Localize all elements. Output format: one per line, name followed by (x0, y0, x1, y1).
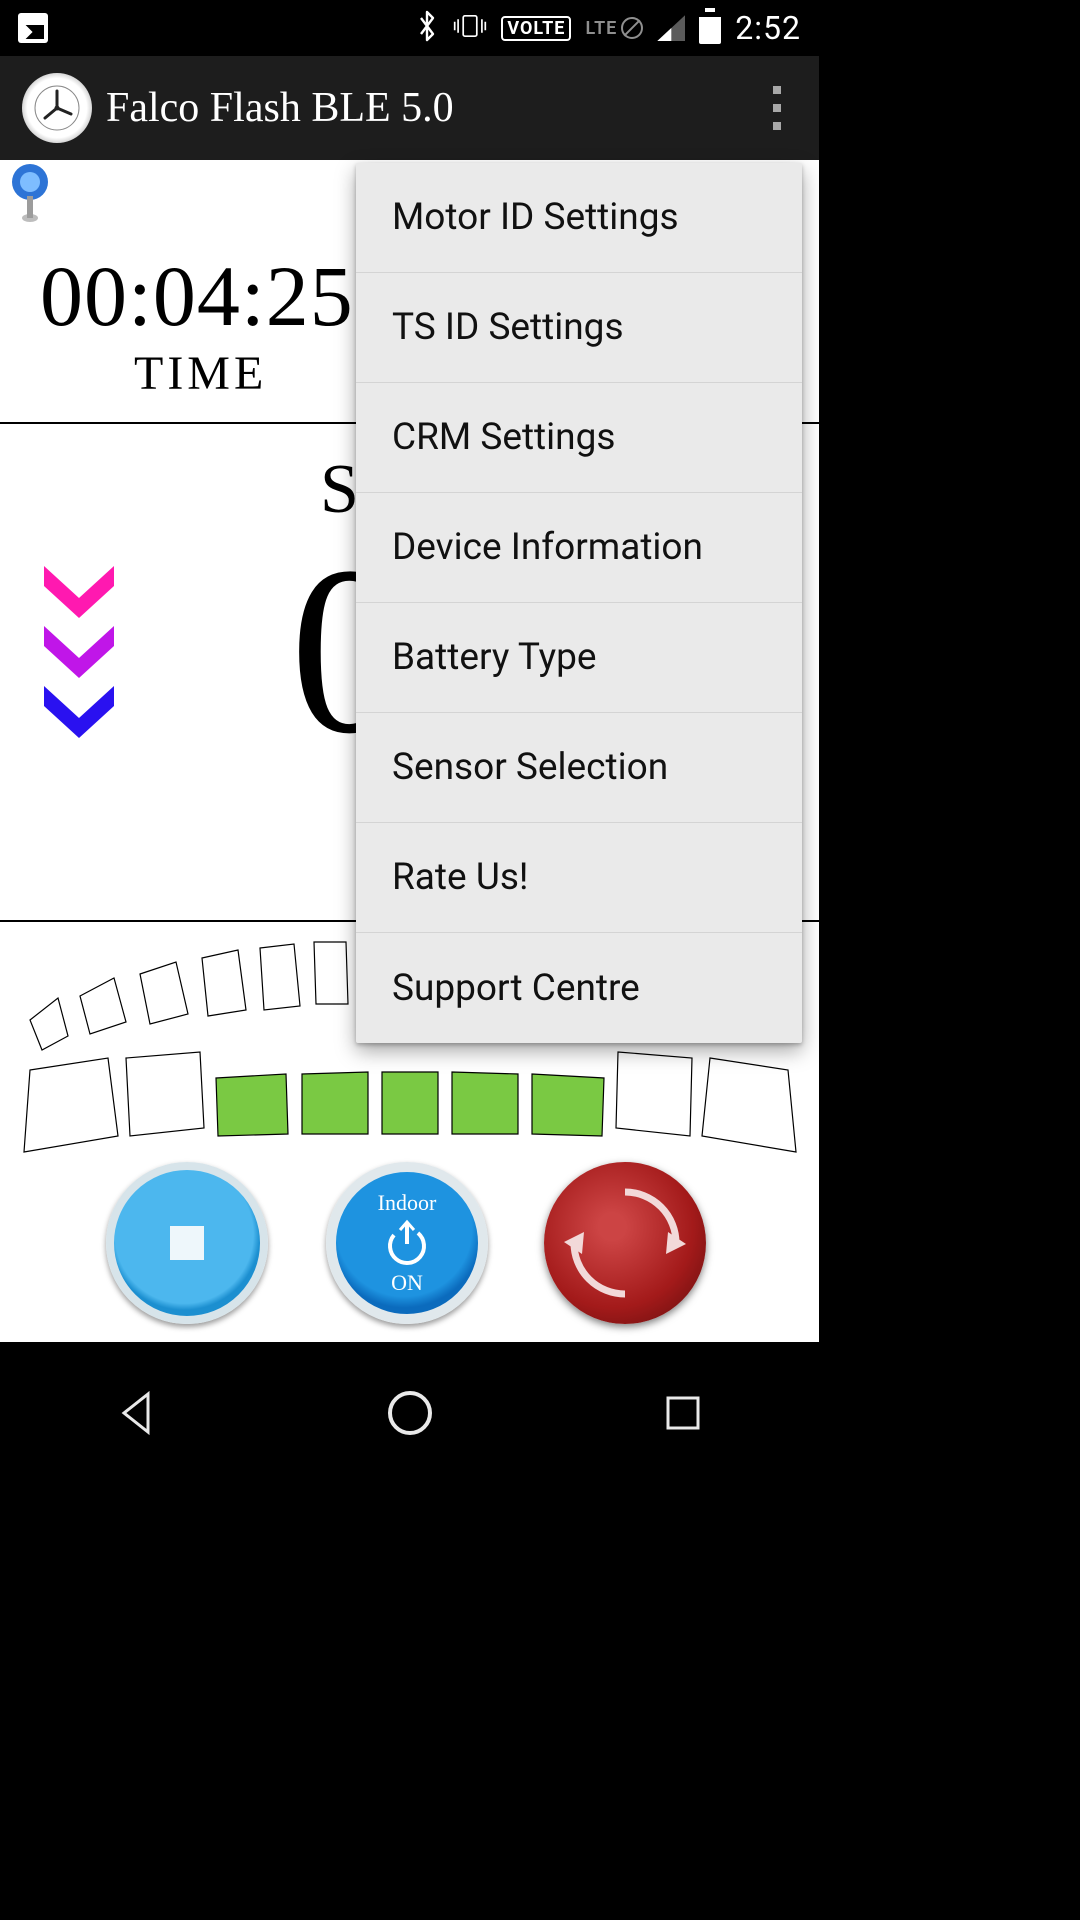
bottom-strip (0, 1342, 819, 1358)
stop-icon (170, 1226, 204, 1260)
menu-item-support-centre[interactable]: Support Centre (356, 933, 802, 1043)
app-bar: Falco Flash BLE 5.0 (0, 56, 819, 160)
beacon-icon (0, 160, 62, 230)
indoor-top-label: Indoor (378, 1190, 437, 1216)
menu-item-motor-id-settings[interactable]: Motor ID Settings (356, 163, 802, 273)
time-label: TIME (134, 346, 267, 401)
indoor-bottom-label: ON (391, 1270, 423, 1296)
system-nav-bar (0, 1358, 819, 1472)
indoor-toggle-button[interactable]: Indoor ON (326, 1162, 488, 1324)
bluetooth-icon (415, 10, 439, 46)
menu-item-crm-settings[interactable]: CRM Settings (356, 383, 802, 493)
overflow-menu: Motor ID Settings TS ID Settings CRM Set… (356, 163, 802, 1043)
signal-icon (657, 15, 685, 41)
menu-item-device-information[interactable]: Device Information (356, 493, 802, 603)
overflow-menu-button[interactable] (757, 78, 797, 138)
stop-button[interactable] (106, 1162, 268, 1324)
nav-recents-button[interactable] (658, 1388, 708, 1442)
status-right: VOLTE LTE 2:52 (415, 9, 801, 47)
down-chevrons-icon (40, 562, 118, 742)
emergency-stop-button[interactable] (544, 1162, 706, 1324)
power-icon (382, 1218, 432, 1268)
status-left (18, 13, 48, 43)
menu-item-rate-us[interactable]: Rate Us! (356, 823, 802, 933)
status-bar: VOLTE LTE 2:52 (0, 0, 819, 56)
app-logo-icon (22, 73, 92, 143)
status-clock: 2:52 (735, 9, 801, 47)
time-value: 00:04:25 (40, 246, 354, 346)
lte-label: LTE (585, 18, 617, 39)
nav-back-button[interactable] (112, 1388, 162, 1442)
nav-home-button[interactable] (385, 1388, 435, 1442)
menu-item-sensor-selection[interactable]: Sensor Selection (356, 713, 802, 823)
vibrate-icon (453, 10, 487, 46)
volte-icon: VOLTE (501, 16, 571, 41)
no-data-icon (621, 17, 643, 39)
menu-item-ts-id-settings[interactable]: TS ID Settings (356, 273, 802, 383)
image-notification-icon (18, 13, 48, 43)
menu-item-battery-type[interactable]: Battery Type (356, 603, 802, 713)
rotate-arrows-icon (560, 1178, 690, 1308)
battery-icon (699, 12, 721, 44)
app-title: Falco Flash BLE 5.0 (106, 84, 757, 132)
